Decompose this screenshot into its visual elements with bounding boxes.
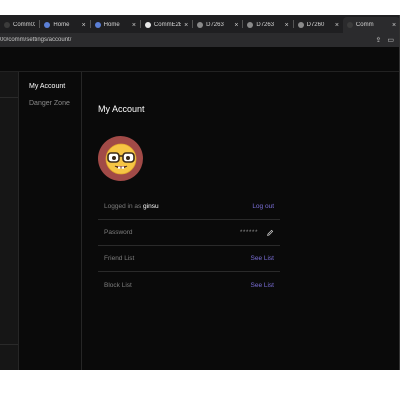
app-nav-rail xyxy=(0,72,19,370)
friend-list-see-list-link[interactable]: See List xyxy=(251,255,275,262)
account-rows: Logged in as ginsu Log out Password ****… xyxy=(98,194,280,298)
account-settings-panel: My Account Logged in as ginsu Log out Pa… xyxy=(83,72,400,370)
logged-in-prefix: Logged in as xyxy=(104,203,142,210)
tab-close-icon[interactable]: × xyxy=(132,22,136,29)
tab-close-icon[interactable]: × xyxy=(234,22,238,29)
logout-button[interactable]: Log out xyxy=(252,203,274,210)
comm-favicon-icon xyxy=(346,22,353,28)
browser-tab[interactable]: Comm × xyxy=(342,17,400,33)
tab-close-icon[interactable]: × xyxy=(392,22,396,29)
share-icon[interactable]: ⇪ xyxy=(376,36,382,44)
tab-close-icon[interactable]: × xyxy=(335,22,339,29)
password-mask: ****** xyxy=(239,229,258,236)
browser-window: Comm02(Home×Home×CommE2E×D7263×D7263×D72… xyxy=(0,15,400,370)
home-favicon-icon xyxy=(44,22,51,28)
browser-tab[interactable]: Home × xyxy=(91,17,140,33)
comm-favicon-icon xyxy=(4,22,10,28)
tab-close-icon[interactable]: × xyxy=(184,22,188,29)
block-list-label: Block List xyxy=(104,281,132,289)
avatar[interactable] xyxy=(98,136,143,181)
logged-in-row: Logged in as ginsu Log out xyxy=(98,194,280,220)
password-row: Password ****** xyxy=(98,220,280,246)
tab-label: Home xyxy=(103,22,120,28)
sidebar-toggle-icon[interactable]: ▭ xyxy=(387,36,394,44)
settings-item-danger-zone[interactable]: Danger Zone xyxy=(29,100,81,107)
browser-tab[interactable]: Comm02( xyxy=(0,17,39,33)
page-title: My Account xyxy=(98,104,145,114)
logged-in-text: Logged in as ginsu xyxy=(104,203,159,210)
phabricator-favicon-icon xyxy=(197,22,204,28)
browser-tab[interactable]: Home × xyxy=(40,17,89,33)
rail-divider xyxy=(0,344,18,345)
phabricator-favicon-icon xyxy=(297,22,304,28)
tab-label: D7260 xyxy=(306,22,325,28)
browser-tab[interactable]: D7263 × xyxy=(193,17,242,33)
friend-list-label: Friend List xyxy=(104,255,135,262)
tab-label: D7263 xyxy=(256,22,275,28)
settings-sidebar: My Account Danger Zone xyxy=(19,72,82,370)
username: ginsu xyxy=(143,203,159,210)
tab-label: Home xyxy=(53,22,70,28)
browser-tab[interactable]: D7260 × xyxy=(294,17,343,33)
tab-label: D7263 xyxy=(206,22,224,28)
tab-label: Comm xyxy=(355,22,374,28)
pencil-icon[interactable] xyxy=(266,229,274,237)
tab-close-icon[interactable]: × xyxy=(82,22,86,29)
browser-tab[interactable]: CommE2E × xyxy=(141,17,192,33)
block-list-row: Block List See List xyxy=(98,272,280,298)
nerd-face-emoji-icon xyxy=(105,143,136,174)
tab-close-icon[interactable]: × xyxy=(285,22,289,29)
browser-tab[interactable]: D7263 × xyxy=(243,17,292,33)
password-label: Password xyxy=(104,229,133,236)
tab-strip: Comm02(Home×Home×CommE2E×D7263×D7263×D72… xyxy=(0,15,400,33)
url-text[interactable]: 00/comm/settings/account/ xyxy=(0,37,376,43)
address-bar[interactable]: 00/comm/settings/account/ ⇪ ▭ xyxy=(0,33,400,47)
tab-label: CommE2E xyxy=(153,22,182,28)
github-favicon-icon xyxy=(144,22,151,28)
block-list-see-list-link[interactable]: See List xyxy=(251,282,275,289)
friend-list-row: Friend List See List xyxy=(98,246,280,272)
settings-item-my-account[interactable]: My Account xyxy=(29,83,81,90)
rail-divider xyxy=(0,97,18,98)
app-top-bar xyxy=(0,47,400,72)
phabricator-favicon-icon xyxy=(247,22,254,28)
tab-label: Comm02( xyxy=(13,22,35,28)
home-favicon-icon xyxy=(94,22,101,28)
